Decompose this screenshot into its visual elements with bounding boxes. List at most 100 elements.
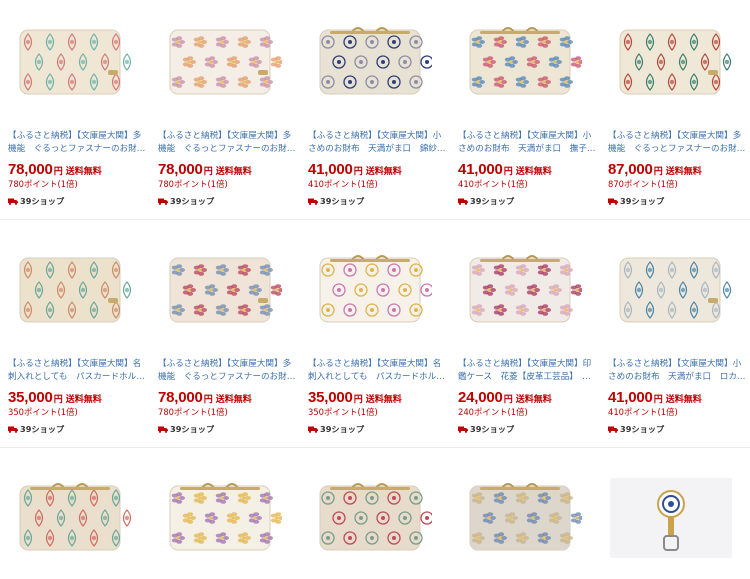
price-currency: 円 [353,395,363,405]
product-card[interactable] [158,478,298,558]
truck-icon [8,198,18,205]
product-title-line-1: 【ふるさと納税】【文庫屋大関】小 [458,131,592,141]
price-value: 78,000 [8,161,53,178]
row-divider [0,447,750,448]
product-title-line-2: さめのお財布 天満がま口 錦紗… [308,143,446,154]
free-shipping-label: 送料無料 [65,395,102,405]
points-text: 410ポイント(1倍) [308,179,378,189]
product-card[interactable] [608,478,748,558]
price-line: 78,000 円送料無料 [158,389,298,406]
free-shipping-label: 送料無料 [515,395,552,405]
product-title-line-2: 刺入れとしても パスカードホル… [8,371,145,382]
truck-icon [608,198,618,205]
shop-39-badge: 39ショップ [308,423,448,435]
product-grid: 【ふるさと納税】【文庫屋大関】多 機能 ぐるっとファスナーのお財… 78,000 円送… [0,0,750,579]
shop-39-badge: 39ショップ [158,423,298,435]
product-image[interactable] [160,250,282,330]
shop-39-badge: 39ショップ [458,195,598,207]
product-title-link[interactable]: 【ふるさと納税】【文庫屋大関】多 機能 ぐるっとファスナーのお財… [8,130,148,155]
shop-39-badge: 39ショップ [308,195,448,207]
product-card[interactable]: 【ふるさと納税】【文庫屋大関】小 さめのお財布 天満がま口 錦紗… 41,000 円送… [308,22,448,207]
points-text: 350ポイント(1倍) [308,407,378,417]
product-title-line-1: 【ふるさと納税】【文庫屋大関】多 [608,131,742,141]
free-shipping-label: 送料無料 [665,395,702,405]
product-title-line-1: 【ふるさと納税】【文庫屋大関】多 [158,359,292,369]
product-title-link[interactable]: 【ふるさと納税】【文庫屋大関】小 さめのお財布 天満がま口 撫子… [458,130,598,155]
product-title-line-2: さめのお財布 天満がま口 撫子… [458,143,596,154]
price-currency: 円 [353,167,363,177]
product-card[interactable]: 【ふるさと納税】【文庫屋大関】名 刺入れとしても パスカードホル… 35,000 円送… [8,250,148,435]
product-image[interactable] [310,22,432,102]
product-image[interactable] [160,22,282,102]
price-currency: 円 [53,167,63,177]
product-title-link[interactable]: 【ふるさと納税】【文庫屋大関】多 機能 ぐるっとファスナーのお財… [158,130,298,155]
price-line: 24,000 円送料無料 [458,389,598,406]
product-card[interactable]: 【ふるさと納税】【文庫屋大関】多 機能 ぐるっとファスナーのお財… 78,000 円送… [158,22,298,207]
product-image[interactable] [460,250,582,330]
price-value: 35,000 [8,389,53,406]
product-title-line-2: 機能 ぐるっとファスナーのお財… [158,371,296,382]
truck-icon [608,426,618,433]
product-card[interactable]: 【ふるさと納税】【文庫屋大関】多 機能 ぐるっとファスナーのお財… 78,000 円送… [8,22,148,207]
product-image[interactable] [460,22,582,102]
product-card[interactable]: 【ふるさと納税】【文庫屋大関】小 さめのお財布 天満がま口 ロカ… 41,000 円送… [608,250,748,435]
product-card[interactable] [458,478,598,558]
product-title-link[interactable]: 【ふるさと納税】【文庫屋大関】多 機能 ぐるっとファスナーのお財… [158,358,298,383]
price-line: 78,000 円送料無料 [158,161,298,178]
product-card[interactable] [308,478,448,558]
product-title-link[interactable]: 【ふるさと納税】【文庫屋大関】名 刺入れとしても パスカードホル… [8,358,148,383]
product-card[interactable] [8,478,148,558]
price-line: 41,000 円送料無料 [458,161,598,178]
product-image[interactable] [460,478,582,558]
product-title-link[interactable]: 【ふるさと納税】【文庫屋大関】印 鑑ケース 花菱【皮革工芸品】 … [458,358,598,383]
product-title-link[interactable]: 【ふるさと納税】【文庫屋大関】名 刺入れとしても パスカードホル… [308,358,448,383]
product-image[interactable] [10,22,132,102]
product-image[interactable] [610,250,732,330]
product-card[interactable]: 【ふるさと納税】【文庫屋大関】名 刺入れとしても パスカードホル… 35,000 円送… [308,250,448,435]
free-shipping-label: 送料無料 [665,167,702,177]
shop-badge-label: 39ショップ [170,424,215,434]
price-currency: 円 [503,167,513,177]
product-title-line-1: 【ふるさと納税】【文庫屋大関】名 [8,359,142,369]
price-value: 41,000 [308,161,353,178]
product-title-link[interactable]: 【ふるさと納税】【文庫屋大関】多 機能 ぐるっとファスナーのお財… [608,130,748,155]
shop-badge-label: 39ショップ [20,196,65,206]
free-shipping-label: 送料無料 [215,167,252,177]
shop-badge-label: 39ショップ [620,424,665,434]
product-image[interactable] [10,478,132,558]
free-shipping-label: 送料無料 [365,395,402,405]
points-text: 240ポイント(1倍) [458,407,528,417]
row-divider [0,219,750,220]
product-card[interactable]: 【ふるさと納税】【文庫屋大関】多 機能 ぐるっとファスナーのお財… 87,000 円送… [608,22,748,207]
product-image[interactable] [610,478,732,558]
product-title-line-2: 鑑ケース 花菱【皮革工芸品】 … [458,371,591,382]
product-title-link[interactable]: 【ふるさと納税】【文庫屋大関】小 さめのお財布 天満がま口 錦紗… [308,130,448,155]
product-card[interactable]: 【ふるさと納税】【文庫屋大関】多 機能 ぐるっとファスナーのお財… 78,000 円送… [158,250,298,435]
product-image[interactable] [310,250,432,330]
points-text: 350ポイント(1倍) [8,407,78,417]
shop-badge-label: 39ショップ [620,196,665,206]
price-line: 35,000 円送料無料 [8,389,148,406]
shop-badge-label: 39ショップ [320,196,365,206]
product-card[interactable]: 【ふるさと納税】【文庫屋大関】小 さめのお財布 天満がま口 撫子… 41,000 円送… [458,22,598,207]
product-card[interactable]: 【ふるさと納税】【文庫屋大関】印 鑑ケース 花菱【皮革工芸品】 … 24,000 円送… [458,250,598,435]
truck-icon [308,198,318,205]
product-title-line-1: 【ふるさと納税】【文庫屋大関】小 [308,131,442,141]
product-image[interactable] [10,250,132,330]
product-image[interactable] [160,478,282,558]
price-line: 41,000 円送料無料 [308,161,448,178]
free-shipping-label: 送料無料 [365,167,402,177]
product-title-link[interactable]: 【ふるさと納税】【文庫屋大関】小 さめのお財布 天満がま口 ロカ… [608,358,748,383]
price-value: 87,000 [608,161,653,178]
product-title-line-1: 【ふるさと納税】【文庫屋大関】名 [308,359,442,369]
free-shipping-label: 送料無料 [215,395,252,405]
shop-badge-label: 39ショップ [470,196,515,206]
product-title-line-1: 【ふるさと納税】【文庫屋大関】多 [158,131,292,141]
price-value: 78,000 [158,161,203,178]
price-currency: 円 [653,395,663,405]
product-image[interactable] [610,22,732,102]
price-line: 78,000 円送料無料 [8,161,148,178]
product-image[interactable] [310,478,432,558]
product-title-line-1: 【ふるさと納税】【文庫屋大関】印 [458,359,592,369]
shop-39-badge: 39ショップ [8,195,148,207]
